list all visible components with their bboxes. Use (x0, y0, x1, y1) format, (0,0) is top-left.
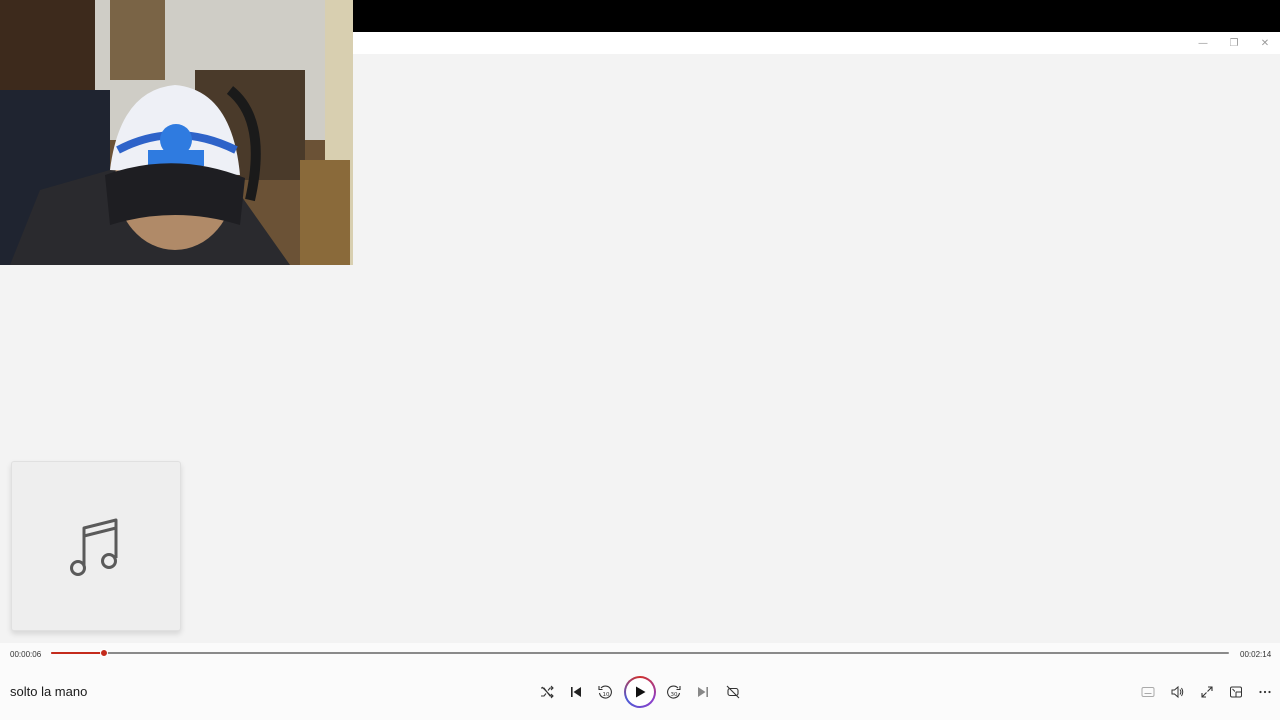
minimize-button[interactable]: — (1188, 32, 1218, 54)
previous-button[interactable] (563, 679, 589, 705)
maximize-button[interactable]: ❐ (1219, 32, 1249, 54)
webcam-overlay (0, 0, 353, 265)
song-title[interactable]: solto la mano (10, 684, 87, 699)
shuffle-button[interactable] (534, 679, 560, 705)
svg-text:30: 30 (671, 692, 678, 698)
music-note-icon (70, 518, 118, 576)
repeat-off-icon (726, 685, 740, 699)
more-options-icon (1259, 690, 1271, 694)
previous-track-icon (571, 687, 581, 697)
seek-bar-thumb[interactable] (100, 649, 108, 657)
rewind-button[interactable]: 10 (592, 679, 618, 705)
total-time: 00:02:14 (1240, 650, 1272, 659)
seek-bar-progress (51, 652, 104, 654)
miniplayer-icon (1230, 686, 1242, 698)
player-controls-bar: 00:00:06 00:02:14 solto la mano 10 30 (0, 643, 1280, 720)
current-time: 00:00:06 (10, 650, 42, 659)
play-icon (636, 686, 646, 698)
title-bar: — ❐ ✕ (353, 32, 1280, 54)
miniplayer-button[interactable] (1223, 679, 1249, 705)
seek-bar[interactable] (51, 649, 1229, 657)
fullscreen-icon (1201, 686, 1213, 698)
next-button[interactable] (690, 679, 716, 705)
captions-button[interactable] (1135, 679, 1161, 705)
close-button[interactable]: ✕ (1250, 32, 1280, 54)
forward-button[interactable]: 30 (661, 679, 687, 705)
forward-30-icon: 30 (667, 685, 681, 699)
shuffle-icon (541, 685, 554, 699)
next-track-icon (698, 687, 708, 697)
volume-button[interactable] (1164, 679, 1190, 705)
webcam-image (0, 0, 353, 265)
play-button[interactable] (624, 676, 656, 708)
play-button-inner (626, 678, 654, 706)
fullscreen-button[interactable] (1194, 679, 1220, 705)
captions-icon (1141, 687, 1155, 697)
volume-icon (1171, 685, 1184, 699)
svg-text:10: 10 (603, 692, 610, 698)
more-options-button[interactable] (1252, 679, 1278, 705)
repeat-button[interactable] (720, 679, 746, 705)
rewind-10-icon: 10 (598, 685, 612, 699)
album-art (11, 461, 181, 631)
